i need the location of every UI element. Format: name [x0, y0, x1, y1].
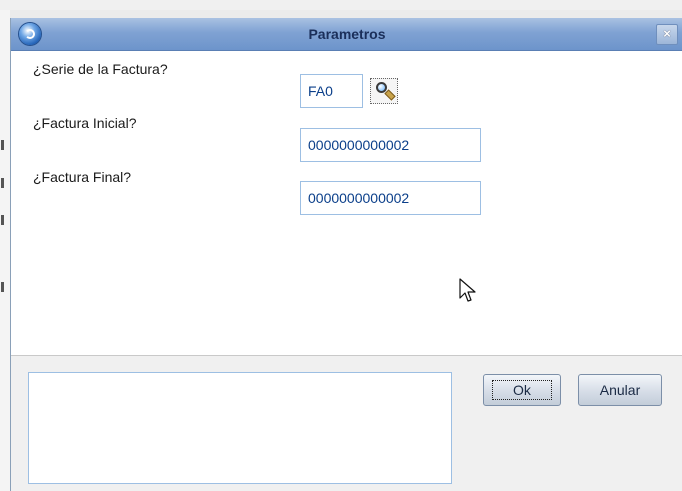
serie-lookup-button[interactable]: [370, 78, 398, 104]
ok-button[interactable]: Ok: [483, 374, 561, 406]
ok-button-label: Ok: [492, 380, 552, 400]
serie-factura-label: ¿Serie de la Factura?: [33, 61, 168, 77]
parameters-panel: ¿Serie de la Factura? FA0 ¿Factura Inici…: [11, 51, 682, 356]
factura-inicial-input[interactable]: 0000000000002: [300, 128, 481, 162]
mouse-pointer-icon: [459, 278, 476, 302]
background-mark: [1, 178, 4, 188]
magnifier-handle: [384, 89, 396, 101]
anular-button[interactable]: Anular: [578, 374, 662, 406]
background-mark: [1, 282, 4, 292]
message-area: [28, 372, 452, 484]
serie-factura-input[interactable]: FA0: [300, 74, 363, 108]
background-window-edge: [0, 10, 10, 491]
factura-final-label: ¿Factura Final?: [33, 169, 132, 185]
background-mark: [1, 140, 4, 150]
background-window-strip: [0, 0, 682, 10]
background-mark: [1, 215, 4, 225]
dialog-titlebar[interactable]: Parametros ×: [11, 18, 682, 51]
close-button[interactable]: ×: [656, 24, 678, 45]
factura-final-input[interactable]: 0000000000002: [300, 181, 481, 215]
dialog-title: Parametros: [308, 26, 386, 42]
parametros-dialog: Parametros × ¿Serie de la Factura? FA0 ¿…: [10, 18, 682, 491]
factura-inicial-label: ¿Factura Inicial?: [33, 115, 137, 131]
